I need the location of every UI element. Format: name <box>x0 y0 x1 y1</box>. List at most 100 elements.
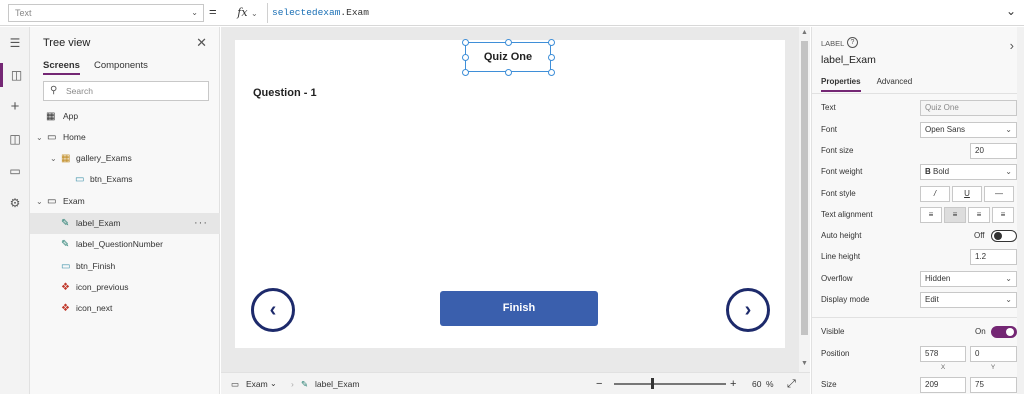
label-exam-control[interactable]: Quiz One <box>465 42 551 72</box>
visible-toggle[interactable] <box>991 326 1017 338</box>
font-weight-dropdown[interactable]: B Bold ⌄ <box>920 164 1017 180</box>
tab-properties[interactable]: Properties <box>821 77 861 92</box>
tree-item-exam[interactable]: ⌄ ▭ Exam <box>30 191 220 212</box>
chevron-right-icon[interactable]: › <box>1010 38 1014 53</box>
position-y-field[interactable]: 0 <box>970 346 1017 362</box>
tree-item-icon-previous[interactable]: ❖ icon_previous <box>30 277 220 298</box>
tree-item-btn-finish[interactable]: ▭ btn_Finish <box>30 256 220 277</box>
properties-tabs: Properties Advanced <box>821 77 912 92</box>
zoom-out-button[interactable]: − <box>596 373 602 394</box>
tree-item-home[interactable]: ⌄ ▭ Home <box>30 127 220 148</box>
zoom-slider-thumb[interactable] <box>651 378 654 389</box>
tools-icon[interactable]: ⚙ <box>0 191 30 215</box>
canvas-scrollbar[interactable]: ▲ ▼ <box>799 27 810 372</box>
chevron-down-icon: ⌄ <box>1005 167 1012 176</box>
next-icon[interactable]: › <box>726 288 770 332</box>
more-options-icon[interactable]: ··· <box>194 213 208 234</box>
tree-item-gallery-exams[interactable]: ⌄ ▦ gallery_Exams <box>30 148 220 169</box>
chevron-down-icon[interactable]: ⌄ <box>36 191 43 212</box>
align-justify-icon[interactable]: ≡ <box>992 207 1014 223</box>
auto-height-toggle[interactable] <box>991 230 1017 242</box>
tree-item-btn-exams[interactable]: ▭ btn_Exams <box>30 169 220 190</box>
prop-row-position: Position 578 0 X Y <box>812 344 1024 374</box>
overflow-dropdown[interactable]: Hidden ⌄ <box>920 271 1017 287</box>
resize-handle[interactable] <box>462 69 469 76</box>
question-number-label[interactable]: Question - 1 <box>253 87 317 99</box>
insert-plus-icon[interactable]: + <box>0 95 30 119</box>
expand-formula-icon[interactable]: ⌄ <box>1006 4 1016 18</box>
tree-item-label-questionnumber[interactable]: ✎ label_QuestionNumber <box>30 234 220 255</box>
font-size-field[interactable]: 20 <box>970 143 1017 159</box>
visible-state: On <box>975 327 986 336</box>
strikethrough-button[interactable]: — <box>984 186 1014 202</box>
tree-view-icon[interactable]: ◫ <box>0 63 30 87</box>
align-right-icon[interactable]: ≡ <box>968 207 990 223</box>
formula-member: .Exam <box>340 7 369 18</box>
tree-item-label: Home <box>63 132 86 142</box>
search-icon: ⚲ <box>50 85 58 96</box>
resize-handle[interactable] <box>505 69 512 76</box>
font-dropdown[interactable]: Open Sans ⌄ <box>920 122 1017 138</box>
resize-handle[interactable] <box>548 39 555 46</box>
prop-label: Line height <box>821 252 861 261</box>
display-mode-value: Edit <box>925 295 939 304</box>
tree-item-label: btn_Finish <box>76 261 116 271</box>
width-field[interactable]: 209 <box>920 377 966 393</box>
text-field[interactable]: Quiz One <box>920 100 1017 116</box>
label-icon: ✎ <box>61 218 70 229</box>
properties-scrollbar[interactable] <box>1017 27 1024 394</box>
prop-label: Font style <box>821 189 856 198</box>
chevron-down-icon[interactable]: ⌄ <box>270 373 277 394</box>
display-mode-dropdown[interactable]: Edit ⌄ <box>920 292 1017 308</box>
finish-button[interactable]: Finish <box>440 291 598 326</box>
fit-to-window-icon[interactable]: ⤢ <box>787 373 796 394</box>
italic-button[interactable]: / <box>920 186 950 202</box>
hamburger-menu-icon[interactable]: ☰ <box>0 31 30 55</box>
height-field[interactable]: 75 <box>970 377 1017 393</box>
tree-item-icon-next[interactable]: ❖ icon_next <box>30 298 220 319</box>
tab-advanced[interactable]: Advanced <box>877 77 913 92</box>
zoom-in-button[interactable]: + <box>730 373 736 394</box>
current-screen[interactable]: Exam <box>246 373 268 394</box>
control-name[interactable]: label_Exam <box>821 54 876 66</box>
align-left-icon[interactable]: ≡ <box>920 207 942 223</box>
tab-screens[interactable]: Screens <box>43 60 80 75</box>
tree-item-label-exam[interactable]: ✎ label_Exam ··· <box>30 213 220 234</box>
tree-view-pane: Tree view ✕ Screens Components ⚲ Search … <box>30 27 220 394</box>
align-center-icon[interactable]: ≡ <box>944 207 966 223</box>
zoom-slider[interactable] <box>614 383 726 385</box>
tab-components[interactable]: Components <box>94 60 148 75</box>
formula-input[interactable]: selectedexam.Exam <box>270 3 990 23</box>
tree-item-label: icon_previous <box>76 282 129 292</box>
resize-handle[interactable] <box>505 39 512 46</box>
data-cylinder-icon[interactable]: ◫ <box>0 127 30 151</box>
tree-item-label: icon_next <box>76 303 113 313</box>
media-icon[interactable]: ▭ <box>0 159 30 183</box>
position-x-field[interactable]: 578 <box>920 346 966 362</box>
exam-screen[interactable]: Quiz One Question - 1 ‹ Finish › <box>235 39 785 348</box>
property-dropdown[interactable]: Text ⌄ <box>8 4 204 22</box>
scroll-down-icon[interactable]: ▼ <box>799 360 810 367</box>
close-icon[interactable]: ✕ <box>196 35 207 51</box>
prop-label: Font size <box>821 146 854 155</box>
scroll-up-icon[interactable]: ▲ <box>799 29 810 36</box>
underline-button[interactable]: U <box>952 186 982 202</box>
chevron-down-icon[interactable]: ⌄ <box>50 148 57 169</box>
divider <box>812 93 1024 94</box>
resize-handle[interactable] <box>548 54 555 61</box>
tree-item-app[interactable]: ▦ App <box>30 106 220 127</box>
equals-sign: = <box>209 4 217 19</box>
chevron-down-icon[interactable]: ⌄ <box>36 127 43 148</box>
search-input[interactable]: ⚲ Search <box>43 81 209 101</box>
resize-handle[interactable] <box>462 39 469 46</box>
help-icon[interactable]: ? <box>847 37 858 48</box>
fx-button[interactable]: fx ⌄ <box>228 3 268 23</box>
previous-icon[interactable]: ‹ <box>251 288 295 332</box>
control-kind: LABEL <box>821 39 845 48</box>
resize-handle[interactable] <box>548 69 555 76</box>
current-control[interactable]: label_Exam <box>315 373 359 394</box>
prop-row-display-mode: Display mode Edit ⌄ <box>812 290 1024 311</box>
scrollbar-thumb[interactable] <box>801 41 808 335</box>
line-height-field[interactable]: 1.2 <box>970 249 1017 265</box>
resize-handle[interactable] <box>462 54 469 61</box>
